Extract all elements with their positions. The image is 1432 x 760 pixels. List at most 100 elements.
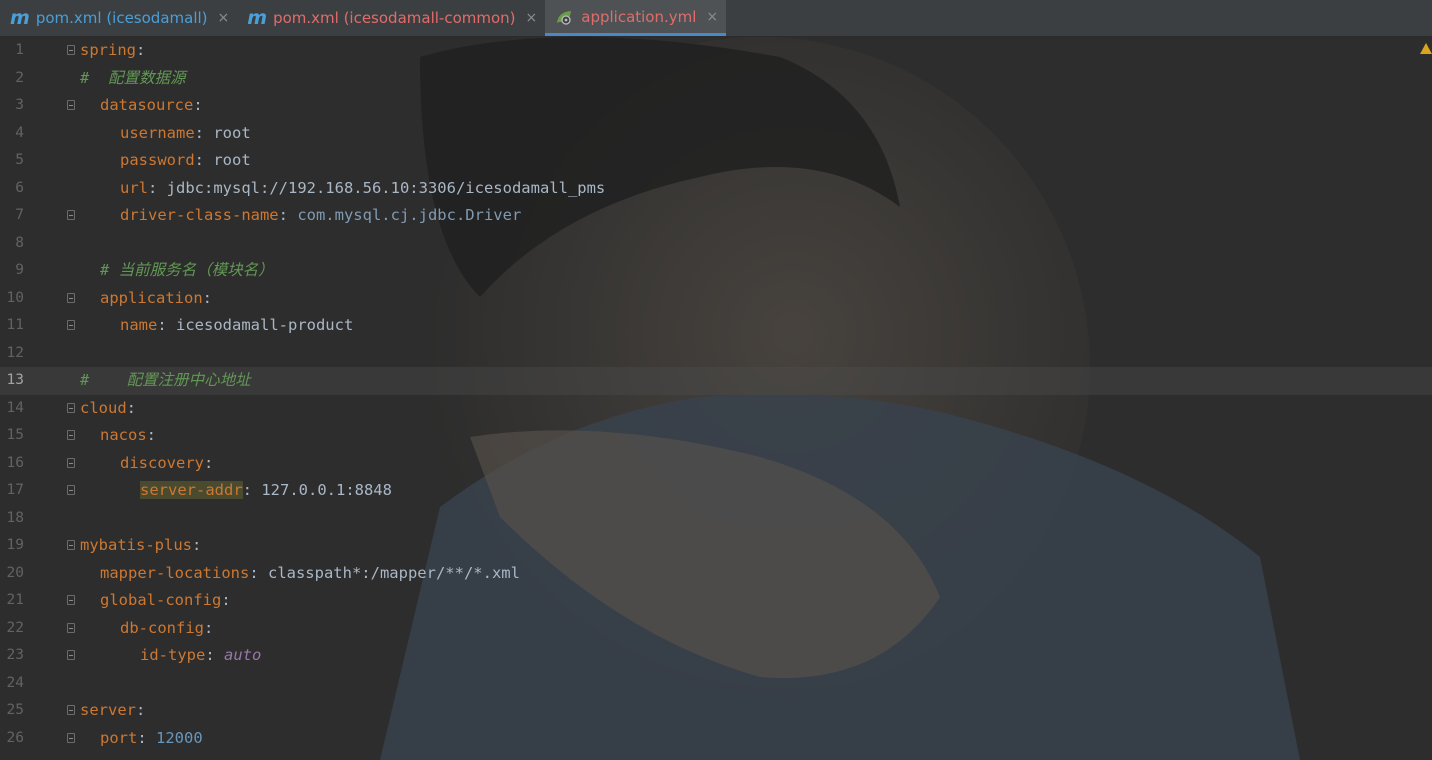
code-token: discovery bbox=[120, 453, 204, 472]
code-token: auto bbox=[224, 646, 262, 664]
code-token: : bbox=[278, 206, 298, 224]
fold-marker-icon[interactable] bbox=[67, 622, 75, 633]
code-token: password bbox=[120, 151, 195, 169]
line-number: 13 bbox=[6, 372, 24, 388]
tab-2[interactable]: application.yml × bbox=[545, 0, 727, 36]
line-number: 20 bbox=[6, 564, 24, 581]
fold-marker-icon[interactable] bbox=[67, 320, 75, 330]
code-line[interactable]: 19 mybatis-plus: bbox=[0, 532, 1432, 560]
code-token: : bbox=[193, 96, 203, 114]
code-text: url: jdbc:mysql://192.168.56.10:3306/ice… bbox=[120, 175, 605, 203]
fold-marker-icon[interactable] bbox=[67, 45, 75, 55]
code-line[interactable]: 8 bbox=[0, 230, 1432, 258]
code-line[interactable]: 23 id-type: auto bbox=[0, 642, 1432, 670]
code-token: : bbox=[204, 618, 214, 637]
code-token: : bbox=[205, 646, 224, 664]
tab-0[interactable]: m pom.xml (icesodamall) × bbox=[0, 0, 237, 36]
code-editor[interactable]: 1 spring: 2 # 配置数据源 3 datasource: 4 username: r… bbox=[0, 37, 1432, 760]
fold-marker-icon[interactable] bbox=[67, 595, 75, 605]
code-token: driver-class-name bbox=[120, 206, 279, 224]
code-line[interactable]: 16 discovery: bbox=[0, 450, 1432, 478]
tab-1[interactable]: m pom.xml (icesodamall-common) × bbox=[237, 0, 545, 36]
line-number: 16 bbox=[6, 454, 24, 471]
code-token: # 配置数据源 bbox=[80, 68, 186, 87]
code-token: : bbox=[126, 398, 137, 417]
code-token: id-type bbox=[140, 646, 206, 664]
code-token: db-config bbox=[120, 618, 204, 637]
code-text: server-addr: 127.0.0.1:8848 bbox=[140, 477, 392, 505]
code-text: password: root bbox=[120, 147, 251, 175]
fold-marker-icon[interactable] bbox=[67, 540, 75, 550]
fold-marker-icon[interactable] bbox=[67, 457, 75, 468]
code-line[interactable]: 22 db-config: bbox=[0, 615, 1432, 643]
line-number: 9 bbox=[15, 262, 24, 278]
code-line[interactable]: 13 # 配置注册中心地址 bbox=[0, 367, 1432, 395]
code-token: datasource bbox=[100, 96, 194, 114]
fold-marker-icon[interactable] bbox=[67, 292, 75, 303]
line-number: 12 bbox=[6, 344, 24, 361]
code-line[interactable]: 2 # 配置数据源 bbox=[0, 65, 1432, 93]
code-line[interactable]: 5 password: root bbox=[0, 147, 1432, 175]
code-line[interactable]: 10 application: bbox=[0, 285, 1432, 313]
fold-marker-icon[interactable] bbox=[67, 705, 75, 715]
code-token: : bbox=[242, 481, 262, 499]
code-token: com.mysql.cj.jdbc.Driver bbox=[297, 206, 522, 224]
fold-marker-icon[interactable] bbox=[67, 402, 75, 413]
code-line[interactable]: 18 bbox=[0, 505, 1432, 533]
fold-marker-icon[interactable] bbox=[67, 732, 75, 743]
code-text: application: bbox=[100, 285, 212, 313]
code-text: spring: bbox=[80, 37, 145, 65]
code-text: global-config: bbox=[100, 587, 231, 615]
code-line[interactable]: 21 global-config: bbox=[0, 587, 1432, 615]
fold-marker-icon[interactable] bbox=[67, 100, 75, 110]
code-line[interactable]: 25 server: bbox=[0, 697, 1432, 725]
code-line[interactable]: 9 # 当前服务名（模块名） bbox=[0, 257, 1432, 285]
code-line[interactable]: 26 port: 12000 bbox=[0, 725, 1432, 753]
code-line[interactable]: 1 spring: bbox=[0, 37, 1432, 65]
code-token: classpath*:/mapper/**/*.xml bbox=[267, 563, 520, 582]
line-number: 8 bbox=[15, 234, 24, 251]
code-text: # 配置注册中心地址 bbox=[80, 367, 251, 395]
code-token: jdbc:mysql://192.168.56.10:3306/icesodam… bbox=[166, 178, 606, 197]
line-number: 19 bbox=[6, 537, 24, 553]
tab-label: pom.xml (icesodamall-common) bbox=[273, 9, 516, 27]
editor-tab-bar: m pom.xml (icesodamall) × m pom.xml (icesoda… bbox=[0, 0, 1432, 37]
line-number: 2 bbox=[15, 69, 24, 86]
code-line[interactable]: 6 url: jdbc:mysql://192.168.56.10:3306/ic… bbox=[0, 175, 1432, 203]
code-token: : bbox=[191, 536, 202, 554]
line-number: 3 bbox=[15, 97, 24, 113]
code-line[interactable]: 14 cloud: bbox=[0, 395, 1432, 423]
close-icon[interactable]: × bbox=[526, 10, 538, 26]
code-token: : bbox=[204, 453, 214, 472]
line-number: 21 bbox=[6, 592, 24, 608]
code-line[interactable]: 12 bbox=[0, 340, 1432, 368]
fold-marker-icon[interactable] bbox=[67, 485, 75, 495]
code-token: root bbox=[213, 123, 251, 142]
code-line[interactable]: 11 name: icesodamall-product bbox=[0, 312, 1432, 340]
line-number: 26 bbox=[6, 729, 24, 746]
code-line[interactable]: 7 driver-class-name: com.mysql.cj.jdbc.Dr… bbox=[0, 202, 1432, 230]
code-token: nacos bbox=[100, 426, 147, 444]
code-token: icesodamall-product bbox=[176, 316, 354, 334]
code-line[interactable]: 20 mapper-locations: classpath*:/mapper/*… bbox=[0, 560, 1432, 588]
code-line[interactable]: 3 datasource: bbox=[0, 92, 1432, 120]
code-line[interactable]: 24 bbox=[0, 670, 1432, 698]
code-token: server-addr bbox=[140, 481, 243, 499]
fold-marker-icon[interactable] bbox=[67, 210, 75, 220]
code-token: application bbox=[100, 288, 203, 307]
fold-marker-icon[interactable] bbox=[67, 430, 75, 440]
code-text: cloud: bbox=[80, 395, 136, 423]
close-icon[interactable]: × bbox=[706, 9, 718, 25]
spring-leaf-icon bbox=[557, 10, 572, 25]
code-line[interactable]: 4 username: root bbox=[0, 120, 1432, 148]
code-text: db-config: bbox=[120, 615, 213, 643]
fold-marker-icon[interactable] bbox=[67, 650, 75, 660]
line-number: 11 bbox=[6, 317, 24, 333]
tab-label: application.yml bbox=[581, 7, 697, 26]
code-token: : bbox=[194, 123, 214, 142]
code-line[interactable]: 17 server-addr: 127.0.0.1:8848 bbox=[0, 477, 1432, 505]
code-token: mybatis-plus bbox=[80, 536, 192, 554]
code-line[interactable]: 15 nacos: bbox=[0, 422, 1432, 450]
code-text: discovery: bbox=[120, 450, 213, 478]
close-icon[interactable]: × bbox=[218, 10, 230, 26]
